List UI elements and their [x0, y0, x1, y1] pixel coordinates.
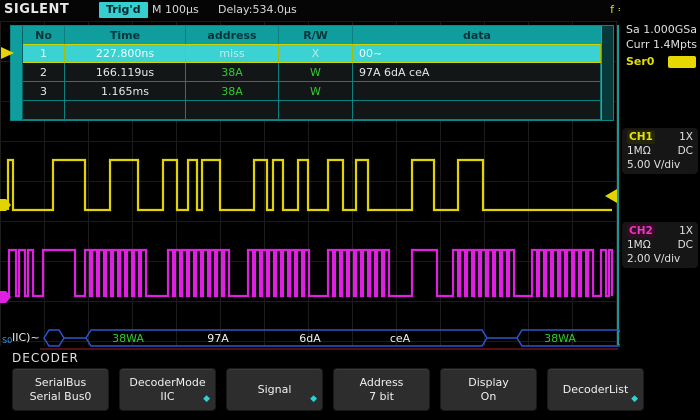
table-row-cell[interactable]: 3 [23, 82, 65, 101]
softkey-value: On [481, 390, 497, 404]
col-header-rw: R/W [279, 26, 353, 44]
table-row-cell[interactable]: 00~ [353, 44, 601, 63]
ch1-impedance: 1MΩ [627, 144, 651, 158]
option-diamond-icon: ◆ [203, 392, 210, 406]
softkey-label: DecoderList [563, 383, 629, 397]
decoder-section-title: DECODER [12, 351, 79, 365]
ch1-volts-per-div: 5.00 V/div [627, 158, 680, 172]
col-header-no: No [23, 26, 65, 44]
ch2-label: CH2 [627, 224, 655, 238]
softkey-value: Serial Bus0 [30, 390, 92, 404]
ch2-attenuation: 1X [679, 224, 693, 238]
delay-readout: Delay:534.0μs [218, 3, 297, 16]
serial-bus-label: Ser0 [626, 55, 654, 68]
softkey-decoder-list[interactable]: DecoderList ◆ [547, 368, 644, 411]
timebase-readout: M 100μs [152, 3, 199, 16]
option-diamond-icon: ◆ [310, 392, 317, 406]
table-row-cell[interactable]: 97A 6dA ceA [353, 63, 601, 82]
col-header-address: address [186, 26, 279, 44]
brand-logo: SIGLENT [4, 2, 69, 17]
softkey-value: 7 bit [369, 390, 394, 404]
table-row-cell[interactable]: W [279, 63, 353, 82]
right-sidebar: Sa 1.000GSa Curr 1.4Mpts Ser0 CH1 1X 1MΩ… [620, 0, 700, 420]
display-right-edge-strip [617, 25, 619, 345]
table-row-cell[interactable] [353, 82, 601, 101]
serial-activity-badge-icon [668, 56, 696, 68]
ch2-status-panel[interactable]: CH2 1X 1MΩ DC 2.00 V/div [622, 222, 698, 268]
softkey-menu-bar: SerialBus Serial Bus0 DecoderMode IIC ◆ … [12, 368, 644, 411]
table-row-cell[interactable] [186, 101, 279, 120]
softkey-label: SerialBus [35, 376, 86, 390]
table-row-cell[interactable]: X [279, 44, 353, 63]
table-row-cell[interactable] [353, 101, 601, 120]
table-right-scrollbar[interactable] [601, 26, 613, 120]
softkey-serialbus[interactable]: SerialBus Serial Bus0 [12, 368, 109, 411]
table-row-cell[interactable] [23, 101, 65, 120]
table-row-cell[interactable]: 1.165ms [65, 82, 186, 101]
selected-row-arrow-icon [1, 47, 14, 59]
table-row-cell[interactable]: 1 [23, 44, 65, 63]
col-header-data: data [353, 26, 601, 44]
softkey-decoder-mode[interactable]: DecoderMode IIC ◆ [119, 368, 216, 411]
table-row-cell[interactable] [65, 101, 186, 120]
trigger-status-badge: Trig'd [99, 2, 148, 18]
ch2-coupling: DC [678, 238, 693, 252]
table-row-cell[interactable]: 227.800ns [65, 44, 186, 63]
softkey-value: IIC [160, 390, 174, 404]
decode-event-table: No Time address R/W data 1 227.800ns mis… [10, 25, 614, 121]
top-status-bar: SIGLENT Trig'd M 100μs Delay:534.0μs f =… [0, 0, 700, 21]
table-row-cell[interactable]: W [279, 82, 353, 101]
table-left-scroll-strip[interactable] [11, 26, 23, 120]
bus-protocol-label: IIC)~ [12, 331, 40, 344]
col-header-time: Time [65, 26, 186, 44]
softkey-signal[interactable]: Signal ◆ [226, 368, 323, 411]
ch2-impedance: 1MΩ [627, 238, 651, 252]
softkey-address[interactable]: Address 7 bit [333, 368, 430, 411]
sample-rate-readout: Sa 1.000GSa [626, 23, 697, 36]
ch1-attenuation: 1X [679, 130, 693, 144]
memory-depth-readout: Curr 1.4Mpts [626, 38, 697, 51]
option-diamond-icon: ◆ [631, 392, 638, 406]
softkey-label: Address [360, 376, 404, 390]
serial-bus-indicator: Ser0 [626, 55, 696, 68]
softkey-label: Display [468, 376, 509, 390]
table-row-cell[interactable]: 38A [186, 63, 279, 82]
table-row-cell[interactable]: 38A [186, 82, 279, 101]
table-row-cell[interactable]: miss [186, 44, 279, 63]
softkey-label: Signal [258, 383, 292, 397]
softkey-display[interactable]: Display On [440, 368, 537, 411]
ch1-coupling: DC [678, 144, 693, 158]
ch1-status-panel[interactable]: CH1 1X 1MΩ DC 5.00 V/div [622, 128, 698, 174]
table-row-cell[interactable]: 2 [23, 63, 65, 82]
table-row-cell[interactable] [279, 101, 353, 120]
softkey-label: DecoderMode [129, 376, 205, 390]
table-row-cell[interactable]: 166.119us [65, 63, 186, 82]
ch2-volts-per-div: 2.00 V/div [627, 252, 680, 266]
ch1-label: CH1 [627, 130, 655, 144]
bus-id-label: S0 [2, 336, 12, 345]
oscilloscope-screen: 38WA97A6dAceA38WA SIGLENT Trig'd M 100μs… [0, 0, 700, 420]
